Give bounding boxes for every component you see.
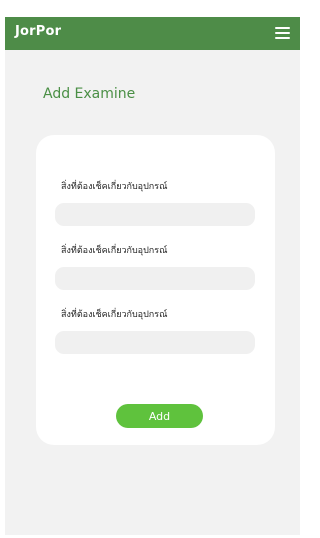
examine-input-1[interactable]: [55, 203, 255, 226]
hamburger-menu-icon[interactable]: [275, 27, 290, 40]
field-label-3: สิ่งที่ต้องเช็คเกี่ยวกับอุปกรณ์: [61, 310, 168, 320]
menu-line: [275, 27, 290, 29]
app-screen: JorPor Add Examine สิ่งที่ต้องเช็คเกี่ยว…: [5, 17, 300, 535]
examine-form-card: สิ่งที่ต้องเช็คเกี่ยวกับอุปกรณ์ สิ่งที่ต…: [36, 135, 275, 445]
examine-input-3[interactable]: [55, 331, 255, 354]
menu-line: [275, 32, 290, 34]
field-label-2: สิ่งที่ต้องเช็คเกี่ยวกับอุปกรณ์: [61, 246, 168, 256]
menu-line: [275, 37, 290, 39]
add-button[interactable]: Add: [116, 404, 203, 428]
app-brand: JorPor: [15, 24, 62, 39]
app-bar: JorPor: [5, 17, 300, 50]
page-title: Add Examine: [43, 86, 136, 102]
field-label-1: สิ่งที่ต้องเช็คเกี่ยวกับอุปกรณ์: [61, 182, 168, 192]
examine-input-2[interactable]: [55, 267, 255, 290]
